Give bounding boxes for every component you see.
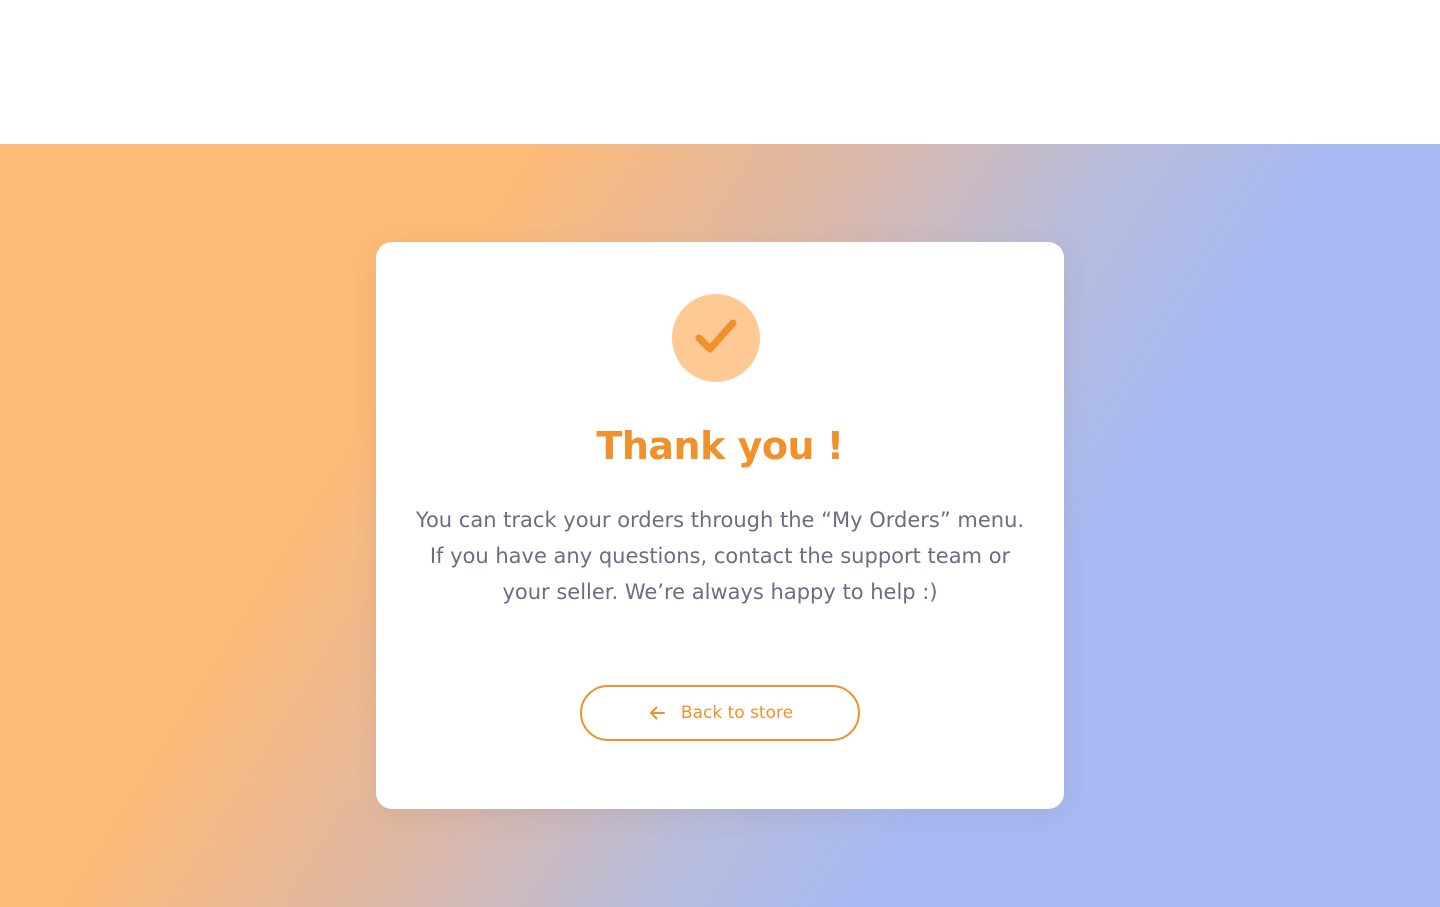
arrow-left-icon — [647, 703, 667, 723]
confirmation-card: Thank you ! You can track your orders th… — [376, 242, 1064, 809]
success-badge — [672, 294, 760, 382]
page: Thank you ! You can track your orders th… — [0, 0, 1440, 907]
back-to-store-label: Back to store — [680, 703, 794, 723]
check-icon — [692, 312, 740, 364]
top-bar — [0, 0, 1440, 144]
back-to-store-button[interactable]: Back to store — [580, 685, 860, 741]
confirmation-message: You can track your orders through the “M… — [415, 508, 1025, 604]
page-title: Thank you ! — [596, 424, 844, 468]
hero-gradient-section: Thank you ! You can track your orders th… — [0, 144, 1440, 907]
